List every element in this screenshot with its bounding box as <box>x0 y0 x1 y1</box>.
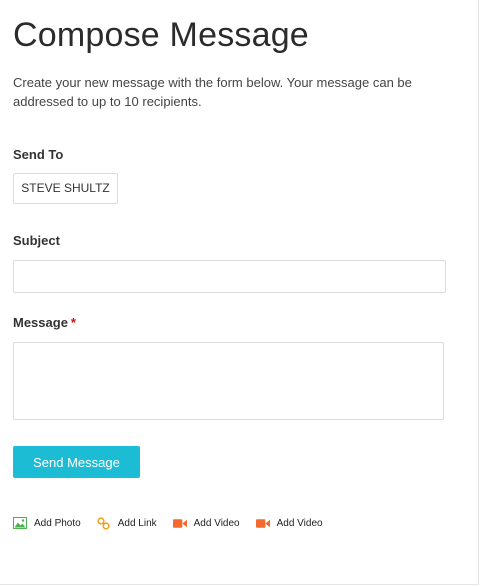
add-video-button-2[interactable]: Add Video <box>255 516 323 530</box>
add-photo-label: Add Photo <box>34 517 81 529</box>
subject-input[interactable] <box>13 260 446 293</box>
required-marker: * <box>70 315 76 330</box>
add-photo-button[interactable]: Add Photo <box>13 516 81 530</box>
add-video-label-2: Add Video <box>276 517 323 529</box>
page-title: Compose Message <box>13 16 309 54</box>
add-video-button[interactable]: Add Video <box>172 516 240 530</box>
subject-label: Subject <box>13 233 60 248</box>
recipient-chip[interactable]: STEVE SHULTZ <box>13 173 118 204</box>
message-label: Message <box>13 315 68 330</box>
video-icon <box>255 516 270 530</box>
send-to-label: Send To <box>13 147 64 162</box>
message-textarea[interactable] <box>13 342 444 420</box>
compose-page: Compose Message Create your new message … <box>0 0 479 585</box>
add-link-label: Add Link <box>117 517 157 529</box>
link-icon <box>97 516 111 530</box>
add-video-label: Add Video <box>193 517 240 529</box>
send-message-button[interactable]: Send Message <box>13 446 140 478</box>
message-label-row: Message * <box>13 315 76 330</box>
photo-icon <box>13 516 27 530</box>
add-link-button[interactable]: Add Link <box>97 516 157 530</box>
video-icon <box>172 516 187 530</box>
page-intro: Create your new message with the form be… <box>13 75 412 109</box>
attachment-toolbar: Add Photo Add Link Add Video Add Video <box>13 516 339 530</box>
